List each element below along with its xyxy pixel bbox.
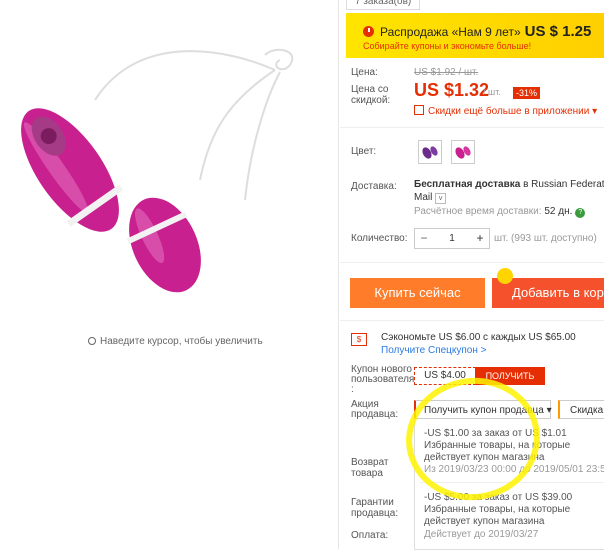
returns-label-1: Возврат <box>351 457 389 468</box>
buy-now-button[interactable]: Купить сейчас <box>350 278 485 308</box>
color-swatch-purple[interactable] <box>418 140 442 164</box>
promo-banner[interactable]: Распродажа «Нам 9 лет» US $ 1.25 Собирайт… <box>346 13 604 58</box>
divider <box>338 0 339 549</box>
zoom-hint: Наведите курсор, чтобы увеличить <box>88 336 263 347</box>
color-swatch-pink[interactable] <box>451 140 475 164</box>
quantity-input[interactable]: 1 <box>433 229 471 248</box>
quantity-minus-button[interactable]: − <box>415 229 433 248</box>
old-price: US $1.92 / шт. <box>414 67 479 78</box>
promo-title: Распродажа «Нам 9 лет» <box>380 25 521 39</box>
discount-price-label-1: Цена со <box>351 84 389 95</box>
divider <box>340 127 604 128</box>
divider <box>340 320 604 321</box>
delivery-label: Доставка: <box>351 181 397 192</box>
discount-price-label-2: скидкой: <box>351 95 391 106</box>
coupon-desc: действует купон магазина <box>424 516 545 527</box>
current-price: US $1.32 <box>414 80 490 100</box>
price-label: Цена: <box>351 67 378 78</box>
new-user-label-2: пользователя <box>351 374 415 385</box>
seller-promo-label-2: продавца: <box>351 409 399 420</box>
qr-icon <box>414 105 424 115</box>
shipping-method[interactable]: Бесплатная доставка в Russian Federation <box>414 179 604 190</box>
delivery-time: Расчётное время доставки: 52 дн.? <box>414 206 586 218</box>
chevron-down-icon: v <box>435 193 447 204</box>
coupon-icon: $ <box>351 333 367 346</box>
shipping-carrier[interactable]: Mail v <box>414 192 447 204</box>
chevron-down-icon: ▾ <box>546 405 552 416</box>
coupon-date: Действует до 2019/03/27 <box>424 529 539 540</box>
seller-discount-select[interactable]: Скидка U <box>558 400 604 419</box>
color-label: Цвет: <box>351 146 377 157</box>
orders-count: 7 заказа(ов) <box>346 0 421 10</box>
magnifier-icon <box>88 337 96 345</box>
guarantee-label-2: продавца: <box>351 508 399 519</box>
special-coupon-link[interactable]: Получите Спецкупон > <box>381 345 487 356</box>
chevron-down-icon: ▾ <box>592 106 598 117</box>
help-icon[interactable]: ? <box>575 208 586 218</box>
promo-price: US $ 1.25 <box>524 23 592 40</box>
divider <box>340 262 604 263</box>
promo-subtitle: Собирайте купоны и экономьте больше! <box>363 41 532 51</box>
price-unit: / шт. <box>483 87 501 97</box>
savings-text: Сэкономьте US $6.00 с каждых US $65.00 <box>381 332 576 343</box>
product-image[interactable] <box>0 40 338 300</box>
discount-badge: -31% <box>513 87 541 99</box>
quantity-plus-button[interactable]: + <box>471 229 489 248</box>
payment-label: Оплата: <box>351 530 389 541</box>
coin-badge-icon <box>497 268 513 284</box>
quantity-available: шт. (993 шт. доступно) <box>494 233 597 244</box>
returns-label-2: товара <box>351 468 383 479</box>
quantity-stepper: − 1 + <box>414 228 490 249</box>
coupon-desc: Избранные товары, на которые <box>424 504 571 515</box>
guarantee-label-1: Гарантии <box>351 497 394 508</box>
clock-icon <box>363 26 374 37</box>
new-user-label-3: : <box>351 384 354 395</box>
app-discount-link[interactable]: Скидки ещё больше в приложении ▾ <box>414 105 597 117</box>
quantity-label: Количество: <box>351 233 408 244</box>
